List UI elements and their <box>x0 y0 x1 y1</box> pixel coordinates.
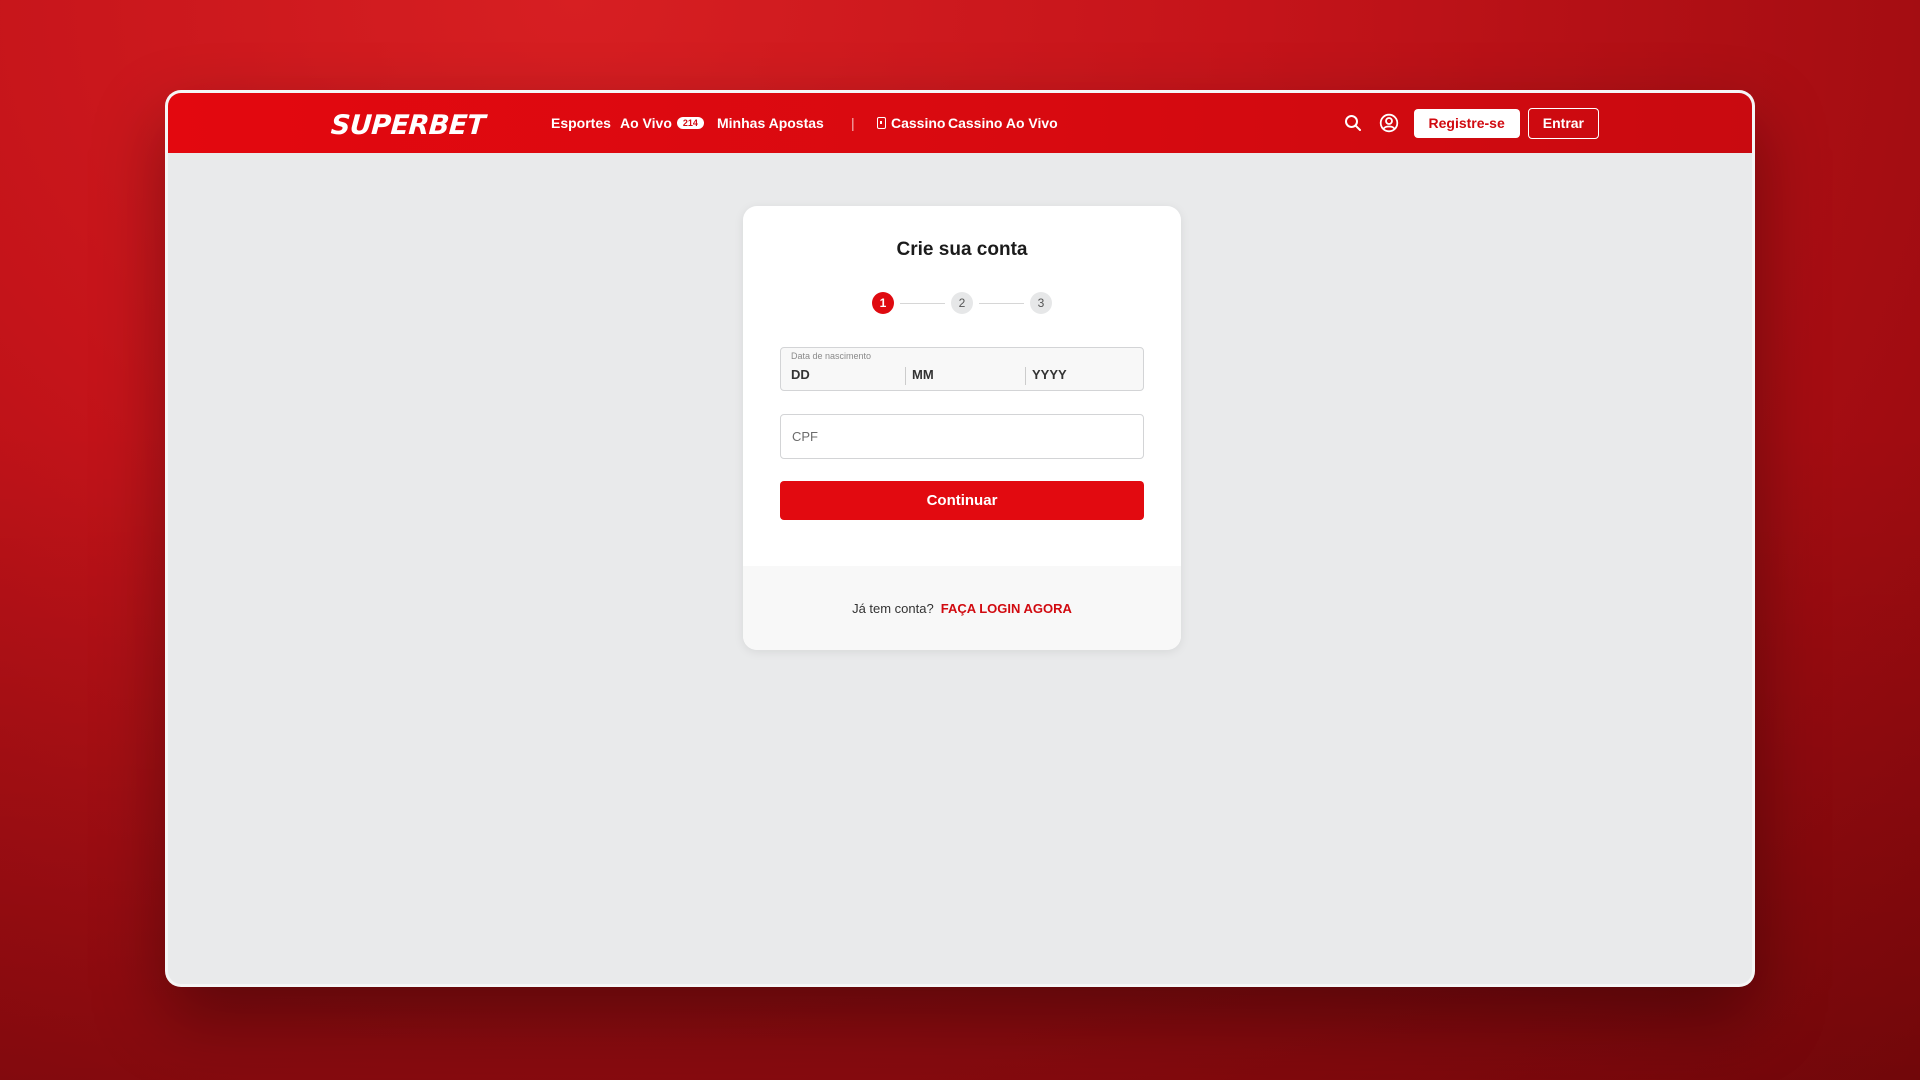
birthdate-day-input[interactable]: DD <box>791 367 810 382</box>
birthdate-field: Data de nascimento DD MM YYYY <box>780 347 1144 391</box>
superbet-logo[interactable]: SUPERBET <box>330 110 486 141</box>
login-now-link[interactable]: FAÇA LOGIN AGORA <box>941 601 1072 616</box>
continue-button[interactable]: Continuar <box>780 481 1144 520</box>
nav-esportes-label: Esportes <box>551 115 611 131</box>
nav-cassino[interactable]: Cassino <box>877 115 945 131</box>
date-divider <box>1025 367 1026 385</box>
step-2: 2 <box>951 292 973 314</box>
register-button[interactable]: Registre-se <box>1413 108 1520 138</box>
top-navigation-bar: SUPERBET Esportes Ao Vivo 214 Minhas Apo… <box>168 93 1752 153</box>
nav-cassino-label: Cassino <box>891 115 946 131</box>
login-button[interactable]: Entrar <box>1527 107 1599 139</box>
birthdate-label: Data de nascimento <box>791 351 872 361</box>
user-circle-icon <box>1379 113 1398 133</box>
nav-cassino-ao-vivo-label: Cassino Ao Vivo <box>948 115 1058 131</box>
nav-minhas-apostas[interactable]: Minhas Apostas <box>717 115 824 131</box>
card-icon <box>877 117 886 129</box>
cpf-field <box>780 414 1144 459</box>
date-divider <box>905 367 906 385</box>
signup-card: Crie sua conta 1 2 3 Data de nascimento … <box>743 206 1181 650</box>
app-window: SUPERBET Esportes Ao Vivo 214 Minhas Apo… <box>165 90 1755 987</box>
header-actions: Registre-se Entrar <box>1338 93 1599 153</box>
search-button[interactable] <box>1338 108 1368 138</box>
birthdate-month-input[interactable]: MM <box>912 367 934 382</box>
nav-separator: | <box>851 115 855 131</box>
step-connector <box>979 302 1024 304</box>
cpf-input[interactable] <box>781 415 1143 458</box>
live-count-badge: 214 <box>676 117 704 129</box>
login-prompt: Já tem conta? <box>852 600 934 616</box>
nav-ao-vivo[interactable]: Ao Vivo 214 <box>620 115 704 131</box>
nav-ao-vivo-label: Ao Vivo <box>620 115 672 131</box>
nav-esportes[interactable]: Esportes <box>551 115 611 131</box>
card-footer: Já tem conta? FAÇA LOGIN AGORA <box>743 566 1181 650</box>
nav-minhas-apostas-label: Minhas Apostas <box>717 115 824 131</box>
step-connector <box>900 302 945 304</box>
step-1: 1 <box>872 292 894 314</box>
step-3: 3 <box>1030 292 1052 314</box>
search-icon <box>1344 115 1361 131</box>
birthdate-year-input[interactable]: YYYY <box>1032 367 1067 382</box>
signup-stepper: 1 2 3 <box>743 292 1181 314</box>
nav-cassino-ao-vivo[interactable]: Cassino Ao Vivo <box>948 115 1058 131</box>
account-button[interactable] <box>1374 108 1404 138</box>
signup-title: Crie sua conta <box>896 239 1028 260</box>
